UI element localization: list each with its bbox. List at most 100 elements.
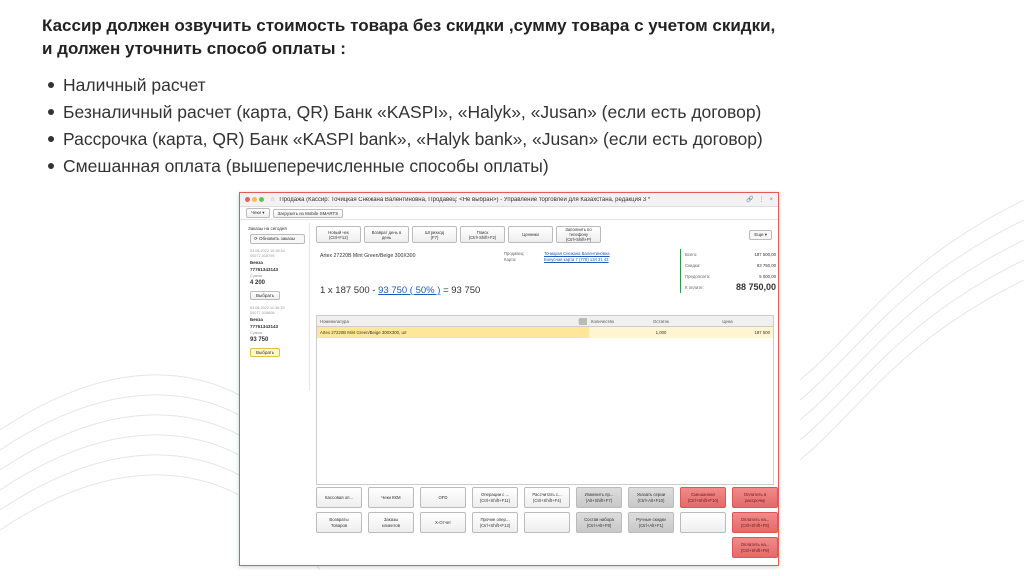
slide-title-line-2: и должен уточнить способ оплаты : [42,39,346,58]
button-label: Чеки ККМ [381,494,401,500]
bullet-dot-icon [48,135,54,142]
cell-price: 187 500 [685,327,773,338]
new-check-button[interactable]: Новый чек (Ctrl+F12) [316,226,361,243]
button-shortcut: (Ctrl+F12) [329,234,348,240]
returns-button[interactable]: Возвраты Товаров [316,512,362,533]
star-icon[interactable]: ☆ [270,196,275,203]
cash-operations-button[interactable]: Кассовая оп... [316,487,362,508]
button-shortcut: (Ctrl+Alt+F10) [637,497,665,503]
more-vertical-icon[interactable]: ⋮ [758,196,764,203]
column-header[interactable]: Номенклатура [317,318,579,324]
prepayment-value: 5 000,00 [759,274,776,279]
fill-by-phone-button[interactable]: Заполнить по телефону (Ctrl+Shift+P) [556,226,601,243]
discount-label: Скидка: [685,263,701,268]
cell-rest: 1,000 [637,327,685,338]
specify-series-button[interactable]: Указать серии (Ctrl+Alt+F10) [628,487,674,508]
cell-name: Artex 27220B Mint Green/Beige 300X300, ш… [317,330,589,335]
discount-link[interactable]: 93 750 ( 50% ) [378,285,440,296]
search-button[interactable]: Поиск (Ctrl+Shift+F2) [460,226,505,243]
minimize-icon[interactable] [252,197,257,202]
button-shortcut: (Ctrl+Shift+F4) [532,497,562,503]
items-table: Номенклатура Количество Остаток Цена Art… [316,315,774,485]
button-shortcut: день [381,234,392,240]
order-sum: 93 750 [250,337,269,343]
same-day-return-button[interactable]: Возврат день в день [364,226,409,243]
pay-qr-button[interactable]: Оплатить на... (Ctrl+Shift+F9) [732,537,778,558]
bullet-dot-icon [48,162,54,169]
column-header[interactable]: Остаток [637,319,685,324]
mixed-payment-button[interactable]: Смешанная (Ctrl+Shift+F10) [680,487,726,508]
kkm-checks-button[interactable]: Чеки ККМ [368,487,414,508]
sale-window: ☆ Продажа (Кассир: Точицкая Снежана Вале… [239,192,779,566]
button-shortcut: (Ctrl+Shift+F12) [479,522,511,528]
empty-button[interactable] [680,512,726,533]
close-icon[interactable] [245,197,250,202]
pay-card-button[interactable]: Оплатить на... (Ctrl+Shift+F8) [732,512,778,533]
button-shortcut: (Ctrl+Shift+F10) [687,497,719,503]
window-close-icon[interactable]: × [769,197,773,203]
more-dropdown[interactable]: Еще ▾ [749,230,772,240]
x-report-button[interactable]: X-Отчет [420,512,466,533]
payment-methods-list: Наличный расчет Безналичный расчет (карт… [48,72,763,180]
button-label: OFD [438,494,448,500]
button-shortcut: Товаров [330,522,348,528]
orders-panel-title: Заказы на сегодня [248,226,287,231]
card-link[interactable]: Бонусная карта 7 (778) 134 31 43 [544,257,609,262]
slide-title: Кассир должен озвучить стоимость товара … [42,14,942,60]
discount-row: Скидка: 93 750,00 [685,260,776,271]
button-label: X-Отчет [434,519,452,525]
to-pay-row: К оплате: 88 750,00 [685,282,776,293]
column-settings-icon[interactable] [579,317,587,325]
price-calculation: 1 x 187 500 - 93 750 ( 50% ) = 93 750 [320,285,480,296]
link-icon[interactable]: 🔗 [746,196,753,203]
price-tags-button[interactable]: Ценники [508,226,553,243]
bullet-text: Смешанная оплата (вышеперечисленные спос… [63,156,549,176]
empty-button[interactable] [524,512,570,533]
discount-value: 93 750,00 [756,263,776,268]
set-composition-button[interactable]: Состав набора (Ctrl+Alt+F8) [576,512,622,533]
button-shortcut: клиентов [381,522,401,528]
bullet-text: Безналичный расчет (карта, QR) Банк «KAS… [63,102,762,122]
maximize-icon[interactable] [259,197,264,202]
order-item: 03.08.2022 11:36:33 00077-018808 Бекза 7… [250,306,309,359]
button-label: Ценники [522,232,539,237]
manual-discounts-button[interactable]: Ручные скидки (Ctrl+Alt+F1) [628,512,674,533]
installment-payment-button[interactable]: Оплатить в рассрочку [732,487,778,508]
button-shortcut: (Ctrl+Shift+F9) [740,547,770,553]
checks-dropdown[interactable]: Чеки ▾ [246,208,270,218]
bullet-dot-icon [48,81,54,88]
to-pay-value: 88 750,00 [735,282,776,292]
load-mobile-smarts-button[interactable]: Загрузить из Mobile SMARTS [272,208,344,218]
barcode-button[interactable]: Штрихкод (F7) [412,226,457,243]
total-label: Всего: [685,252,698,257]
operations-button[interactable]: Операции с ... (Ctrl+Shift+F11) [472,487,518,508]
bullet-item: Наличный расчет [48,72,763,99]
button-shortcut: (Ctrl+Shift+F2) [468,234,497,240]
order-sum: 4 200 [250,280,266,286]
button-shortcut: (Ctrl+Alt+F8) [586,522,612,528]
prepayment-row: Предоплата: 5 000,00 [685,271,776,282]
select-order-button[interactable]: Выбрать [250,348,281,357]
select-order-button[interactable]: Выбрать [250,291,281,300]
column-header[interactable]: Цена [685,319,773,324]
total-row: Всего: 187 500,00 [685,249,776,260]
seller-link[interactable]: Точицкая Снежана Валентиновна [544,251,610,256]
button-shortcut: (Ctrl+Shift+P) [565,237,592,242]
order-client: Бекза [250,317,263,322]
calc-result: = 93 750 [440,285,481,296]
ofd-button[interactable]: OFD [420,487,466,508]
button-label: Кассовая оп... [324,494,354,500]
button-shortcut: (Alt+Shift+F7) [585,497,613,503]
refresh-orders-button[interactable]: ⟳ Обновить заказы [250,234,305,244]
client-orders-button[interactable]: Заказы клиентов [368,512,414,533]
button-shortcut: (Ctrl+Alt+F1) [638,522,664,528]
prepayment-label: Предоплата: [685,274,711,279]
button-label: Заполнить по телефону [565,227,592,237]
order-item: 03.08.2022 10:36:54 00077-018795 Бекза 7… [250,249,309,302]
column-header[interactable]: Количество [589,319,637,324]
order-phone: 77761343143 [250,324,279,329]
change-price-button[interactable]: Изменить пр... (Alt+Shift+F7) [576,487,622,508]
table-row[interactable]: Artex 27220B Mint Green/Beige 300X300, ш… [317,327,773,338]
other-operations-button[interactable]: Прочие опер... (Ctrl+Shift+F12) [472,512,518,533]
calculate-button[interactable]: Рассчитать с... (Ctrl+Shift+F4) [524,487,570,508]
